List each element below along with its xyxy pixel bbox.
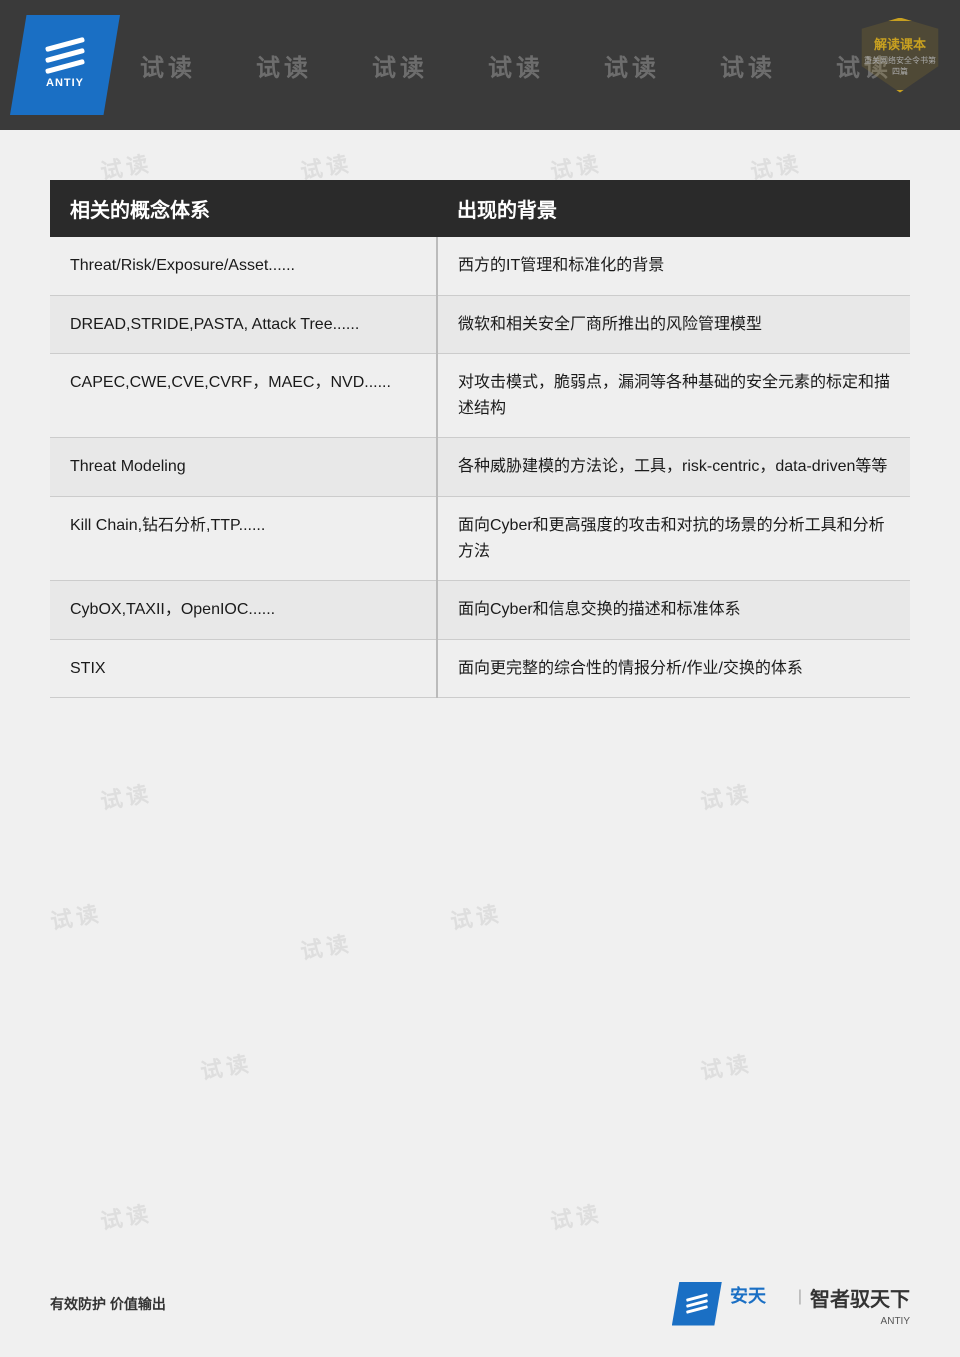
wm-3: 试读: [372, 48, 428, 83]
concept-table: 相关的概念体系 出现的背景 Threat/Risk/Exposure/Asset…: [50, 180, 910, 698]
header-watermarks: 试读 试读 试读 试读 试读 试读 试读: [110, 0, 960, 130]
logo-lines: [45, 42, 85, 69]
row4-right: 各种威胁建模的方法论，工具，risk-centric，data-driven等等: [437, 438, 910, 497]
header: ANTIY 试读 试读 试读 试读 试读 试读 试读 解读课本 重关网络安全令书…: [0, 0, 960, 130]
antiy-name: 安天: [730, 1280, 790, 1314]
footer-logo-icon: [672, 1282, 722, 1326]
wm-2: 试读: [256, 48, 312, 83]
separator: |: [798, 1288, 802, 1306]
footer: 有效防护 价值输出 安天 | 智者驭天下 ANTIY: [0, 1280, 960, 1327]
body-wm-extra-4: 试读: [698, 1046, 755, 1087]
antiy-brand-main: 安天 | 智者驭天下: [730, 1280, 910, 1314]
col1-header-text: 相关的概念体系: [70, 200, 210, 222]
body-wm-extra-6: 试读: [548, 1196, 605, 1237]
row5-left: Kill Chain,钻石分析,TTP......: [50, 496, 437, 580]
footer-logo-lines: [686, 1296, 708, 1311]
logo-text: ANTIY: [46, 77, 84, 89]
antiy-footer-sub: ANTIY: [881, 1316, 910, 1327]
row2-left: DREAD,STRIDE,PASTA, Attack Tree......: [50, 295, 437, 354]
table-row: Threat/Risk/Exposure/Asset...... 西方的IT管理…: [50, 237, 910, 295]
table-row: CybOX,TAXII，OpenIOC...... 面向Cyber和信息交换的描…: [50, 581, 910, 640]
wm-6: 试读: [720, 48, 776, 83]
row5-right: 面向Cyber和更高强度的攻击和对抗的场景的分析工具和分析方法: [437, 496, 910, 580]
body-wm-extra-5: 试读: [98, 1196, 155, 1237]
shield-outer: 解读课本 重关网络安全令书第四篇: [858, 18, 943, 93]
table-row: CAPEC,CWE,CVE,CVRF，MAEC，NVD...... 对攻击模式，…: [50, 354, 910, 438]
table-body: Threat/Risk/Exposure/Asset...... 西方的IT管理…: [50, 237, 910, 698]
row2-right: 微软和相关安全厂商所推出的风险管理模型: [437, 295, 910, 354]
antiy-slogan: 智者驭天下: [810, 1283, 910, 1312]
footer-tagline: 有效防护 价值输出: [50, 1294, 166, 1314]
antiy-logo-svg: 安天: [730, 1280, 790, 1308]
wm-4: 试读: [488, 48, 544, 83]
body-wm-10: 试读: [698, 776, 755, 817]
row1-right: 西方的IT管理和标准化的背景: [437, 237, 910, 295]
wm-1: 试读: [140, 48, 196, 83]
col2-header: 出现的背景: [437, 180, 910, 237]
row3-left: CAPEC,CWE,CVE,CVRF，MAEC，NVD......: [50, 354, 437, 438]
wm-5: 试读: [604, 48, 660, 83]
table-header: 相关的概念体系 出现的背景: [50, 180, 910, 237]
main-content: 试读 试读 试读 试读 试读 试读 试读 试读 试读 试读 试读 相关的概念体系…: [0, 130, 960, 728]
row1-left: Threat/Risk/Exposure/Asset......: [50, 237, 437, 295]
shield-icon: 解读课本 重关网络安全令书第四篇: [855, 15, 945, 95]
row3-right: 对攻击模式，脆弱点，漏洞等各种基础的安全元素的标定和描述结构: [437, 354, 910, 438]
svg-text:安天: 安天: [730, 1285, 767, 1306]
table-row: STIX 面向更完整的综合性的情报分析/作业/交换的体系: [50, 639, 910, 698]
row6-left: CybOX,TAXII，OpenIOC......: [50, 581, 437, 640]
table-row: Kill Chain,钻石分析,TTP...... 面向Cyber和更高强度的攻…: [50, 496, 910, 580]
antiy-logo-right: 安天 | 智者驭天下 ANTIY: [730, 1280, 910, 1327]
body-wm-extra-1: 试读: [48, 896, 105, 937]
row7-right: 面向更完整的综合性的情报分析/作业/交换的体系: [437, 639, 910, 698]
body-wm-extra-2: 试读: [448, 896, 505, 937]
logo: ANTIY: [10, 15, 120, 115]
top-right-logo: 解读课本 重关网络安全令书第四篇: [855, 15, 945, 95]
body-wm-11: 试读: [298, 926, 355, 967]
shield-main-text: 解读课本: [874, 34, 926, 53]
col2-header-text: 出现的背景: [457, 200, 557, 222]
header-row: 相关的概念体系 出现的背景: [50, 180, 910, 237]
shield-sub-text: 重关网络安全令书第四篇: [861, 55, 940, 77]
body-wm-9: 试读: [98, 776, 155, 817]
row7-left: STIX: [50, 639, 437, 698]
row4-left: Threat Modeling: [50, 438, 437, 497]
table-row: Threat Modeling 各种威胁建模的方法论，工具，risk-centr…: [50, 438, 910, 497]
table-row: DREAD,STRIDE,PASTA, Attack Tree...... 微软…: [50, 295, 910, 354]
row6-right: 面向Cyber和信息交换的描述和标准体系: [437, 581, 910, 640]
footer-brand: 安天 | 智者驭天下 ANTIY: [672, 1280, 910, 1327]
col1-header: 相关的概念体系: [50, 180, 437, 237]
body-wm-extra-3: 试读: [198, 1046, 255, 1087]
